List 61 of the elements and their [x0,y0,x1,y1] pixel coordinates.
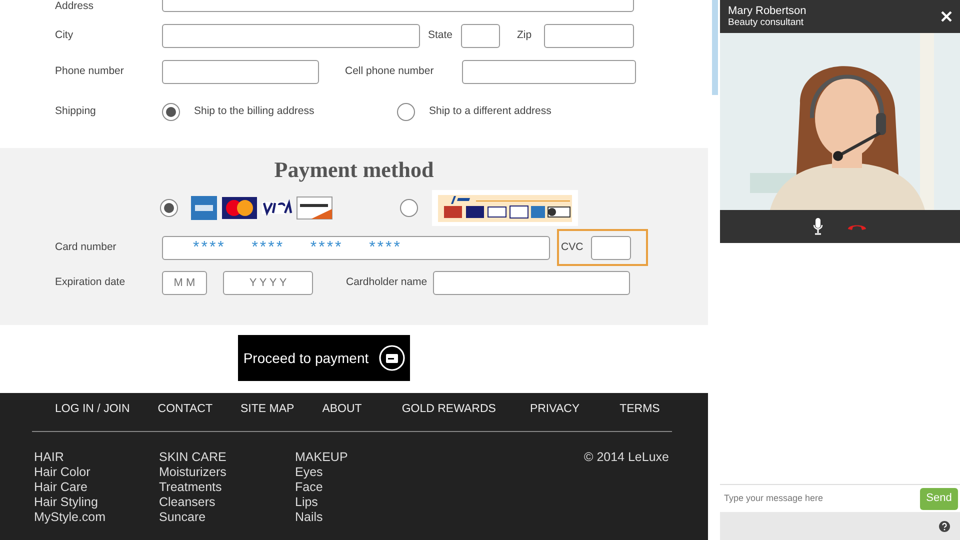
radio-label: Ship to the billing address [194,104,314,120]
footer-link[interactable]: Eyes [295,465,323,480]
field-label: City [55,28,74,44]
footer-link[interactable]: Nails [295,510,323,525]
agent-name: Mary Robertson [728,6,806,16]
card-logos-icon [191,196,333,220]
field-label: Zip [517,28,533,44]
footer-link[interactable]: Hair Color [34,465,90,480]
footer-link[interactable]: Treatments [159,480,222,495]
field-label: Cardholder name [346,275,428,290]
footer-link[interactable]: GOLD REWARDS [402,401,496,417]
field-label: Shipping [55,104,97,120]
field-label: Phone number [55,64,125,80]
radio-label: Ship to a different address [429,104,552,120]
agent-role: Beauty consultant [728,16,805,28]
input-field[interactable] [544,24,634,48]
field-label: CVC [561,240,584,255]
footer-link[interactable]: Hair Styling [34,495,98,510]
footer-link[interactable]: LOG IN / JOIN [55,401,130,417]
footer-link[interactable]: CONTACT [158,401,212,417]
input-field[interactable] [461,24,500,48]
footer-link[interactable]: PRIVACY [530,401,580,417]
footer-link[interactable]: ABOUT [322,401,362,417]
microphone-icon[interactable] [813,218,823,235]
radio-button[interactable] [162,103,180,121]
footer-link[interactable]: Hair Care [34,480,88,495]
footer-link[interactable]: MyStyle.com [34,510,106,525]
section-title: Payment method [274,157,434,182]
card-icon [378,345,405,371]
footer-link[interactable]: Moisturizers [159,465,226,480]
copyright-text: © 2014 LeLuxe [584,450,669,464]
input-field[interactable] [433,271,630,295]
close-icon[interactable] [941,11,952,22]
month-field[interactable]: M M [162,271,207,295]
proceed-button[interactable]: Proceed to payment [238,335,410,381]
field-label: Cell phone number [345,64,435,80]
cvc-field[interactable] [591,236,632,260]
footer-link[interactable]: Suncare [159,510,206,525]
radio-button[interactable] [400,199,418,217]
footer-link[interactable]: SITE MAP [240,401,294,417]
hang-up-icon[interactable] [847,222,867,230]
footer-heading[interactable]: SKIN CARE [159,450,226,465]
field-label: Expiration date [55,275,126,290]
radio-button[interactable] [397,103,415,121]
footer-link[interactable]: Face [295,480,323,495]
paypal-logo-icon [432,190,578,226]
input-field[interactable] [162,60,319,84]
footer-heading[interactable]: HAIR [34,450,64,465]
footer-heading[interactable]: MAKEUP [295,450,348,465]
field-label: Card number [55,240,118,255]
field-label: Address [55,0,95,12]
input-field[interactable] [462,60,636,84]
scrollbar-thumb[interactable] [712,0,718,95]
field-label: State [428,28,454,44]
year-field[interactable]: Y Y Y Y [223,271,313,295]
footer-link[interactable]: TERMS [620,401,660,417]
input-field[interactable] [162,24,420,48]
help-icon[interactable] [939,520,950,532]
footer-link[interactable]: Lips [295,495,318,510]
radio-button[interactable] [160,199,178,217]
footer-link[interactable]: Cleansers [159,495,216,510]
